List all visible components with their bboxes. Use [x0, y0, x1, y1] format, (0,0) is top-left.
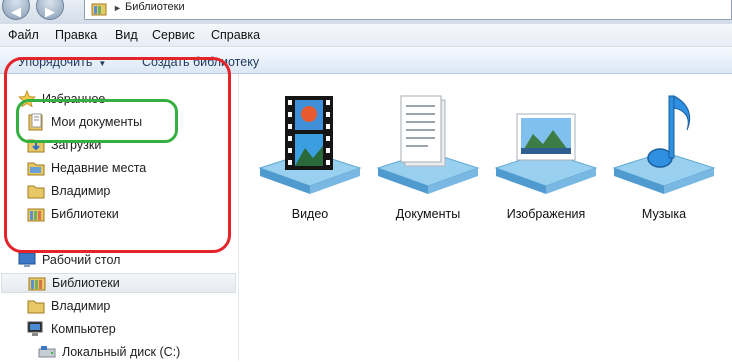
library-documents[interactable]: Документы	[373, 90, 483, 221]
tree-label: Локальный диск (C:)	[62, 345, 181, 359]
tree-libraries-selected[interactable]: Библиотеки	[1, 273, 236, 293]
back-arrow-icon: ◀	[11, 4, 21, 19]
documents-library-icon	[376, 95, 480, 194]
tree-local-disk[interactable]: Локальный диск (C:)	[38, 342, 180, 362]
menu-help[interactable]: Справка	[211, 28, 260, 42]
library-label: Документы	[395, 207, 461, 221]
library-label: Видео	[291, 207, 329, 221]
breadcrumb-separator-icon[interactable]: ►	[113, 3, 122, 13]
user-folder-icon	[27, 300, 45, 314]
video-library-icon	[258, 96, 362, 194]
menu-bar: Файл Правка Вид Сервис Справка	[0, 24, 732, 47]
red-highlight-outline	[4, 57, 231, 253]
menu-tools[interactable]: Сервис	[152, 28, 195, 42]
libraries-content: Видео Документы Изображения Музыка	[239, 74, 732, 361]
computer-icon	[27, 321, 43, 336]
menu-edit[interactable]: Правка	[55, 28, 97, 42]
tree-computer[interactable]: Компьютер	[27, 319, 116, 339]
menu-file[interactable]: Файл	[8, 28, 39, 42]
music-library-icon	[612, 95, 716, 194]
tree-label: Владимир	[51, 299, 111, 313]
library-video[interactable]: Видео	[255, 90, 365, 221]
menu-view[interactable]: Вид	[115, 28, 138, 42]
back-button[interactable]: ◀	[2, 0, 30, 20]
library-label: Музыка	[641, 207, 687, 221]
desktop-icon	[18, 252, 36, 267]
hard-drive-icon	[38, 346, 56, 358]
tree-desktop[interactable]: Рабочий стол	[18, 250, 120, 270]
pictures-library-icon	[494, 113, 598, 194]
libraries-icon	[91, 3, 107, 16]
libraries-icon	[28, 277, 46, 291]
library-label: Изображения	[506, 207, 586, 221]
address-bar: ◀ ▶ ► Библиотеки	[0, 0, 732, 24]
tree-label: Компьютер	[51, 322, 116, 336]
library-pictures[interactable]: Изображения	[491, 90, 601, 221]
forward-arrow-icon: ▶	[45, 4, 55, 19]
library-music[interactable]: Музыка	[609, 90, 719, 221]
green-highlight-outline	[16, 99, 178, 143]
address-input[interactable]: ► Библиотеки	[84, 0, 732, 20]
tree-label: Библиотеки	[52, 276, 120, 290]
forward-button[interactable]: ▶	[36, 0, 64, 20]
tree-label: Рабочий стол	[42, 253, 121, 267]
tree-user-folder[interactable]: Владимир	[27, 296, 110, 316]
breadcrumb-libraries[interactable]: Библиотеки	[125, 1, 185, 13]
